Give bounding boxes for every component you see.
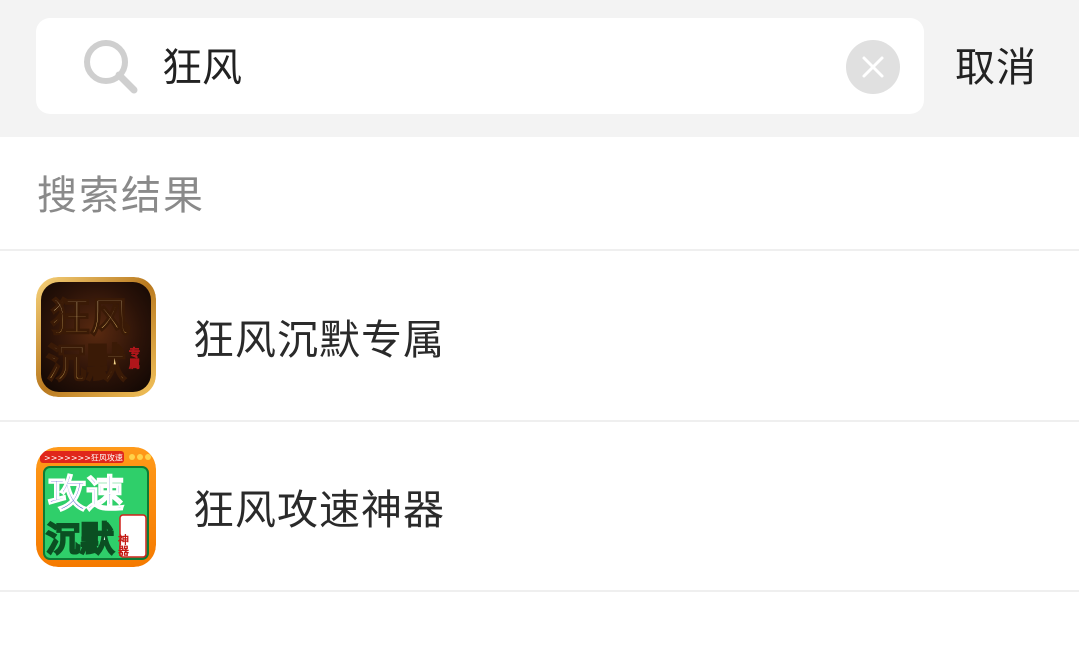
icon-text: >>>>>>>狂风攻速 bbox=[44, 453, 123, 463]
icon-text: 专属 bbox=[128, 346, 141, 370]
clear-search-button[interactable] bbox=[846, 40, 900, 94]
app-icon-kuangfeng-gongsu: >>>>>>>狂风攻速 攻速 沉默 神器 bbox=[36, 447, 156, 567]
result-title: 狂风攻速神器 bbox=[193, 486, 445, 534]
cancel-button[interactable]: 取消 bbox=[955, 38, 1047, 98]
result-title: 狂风沉默专属 bbox=[193, 316, 445, 364]
app-icon-kuangfeng-chenmo: 狂风 沉默 专属 bbox=[36, 277, 156, 397]
clear-icon bbox=[862, 56, 884, 78]
divider bbox=[0, 590, 1079, 592]
search-input[interactable] bbox=[162, 38, 822, 98]
search-header: 取消 bbox=[0, 0, 1079, 137]
icon-text: 沉默 bbox=[46, 341, 127, 387]
search-result-item[interactable]: 狂风 沉默 专属 狂风沉默专属 bbox=[0, 251, 1079, 421]
icon-text: 沉默 bbox=[46, 520, 115, 560]
icon-text: 狂风 bbox=[50, 295, 130, 341]
search-result-item[interactable]: >>>>>>>狂风攻速 攻速 沉默 神器 狂风攻速神器 bbox=[0, 422, 1079, 592]
section-title: 搜索结果 bbox=[37, 173, 205, 219]
search-icon bbox=[84, 40, 138, 94]
icon-text: 攻速 bbox=[48, 472, 124, 516]
icon-text: 神器 bbox=[117, 533, 131, 557]
